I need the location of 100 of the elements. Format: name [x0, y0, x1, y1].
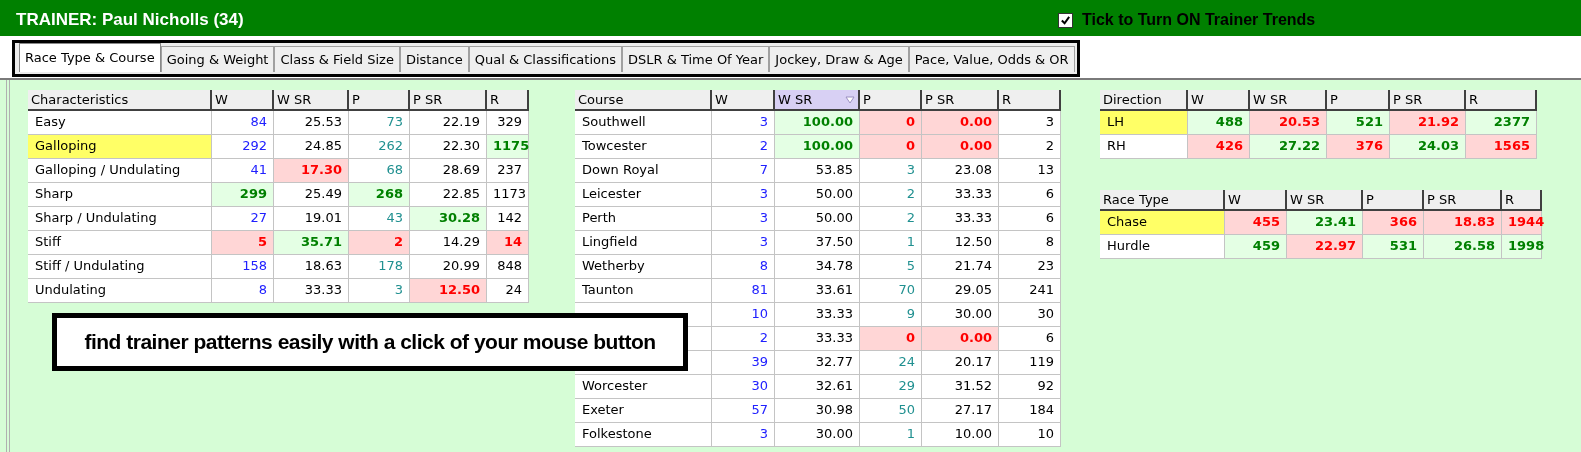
table-cell: 30.98: [775, 399, 860, 423]
table-cell: 262: [349, 135, 410, 159]
column-header[interactable]: P: [860, 90, 922, 111]
table-cell: 0: [860, 135, 922, 159]
column-header[interactable]: W: [212, 90, 274, 111]
table-cell: 1998: [1502, 235, 1542, 259]
table-cell: 184: [999, 399, 1061, 423]
table-cell: 1565: [1466, 135, 1537, 159]
table-cell: 50.00: [775, 207, 860, 231]
column-header[interactable]: Characteristics: [28, 90, 212, 111]
table-cell: Exeter: [575, 399, 712, 423]
table-cell: 0: [860, 327, 922, 351]
table-cell: 459: [1225, 235, 1287, 259]
table-cell: 3: [712, 207, 775, 231]
table-cell: 70: [860, 279, 922, 303]
table-cell: Down Royal: [575, 159, 712, 183]
table-cell: 30.00: [775, 423, 860, 447]
table-cell: 2: [860, 207, 922, 231]
table-cell: 20.17: [922, 351, 999, 375]
table-cell: 3: [712, 183, 775, 207]
tab[interactable]: Class & Field Size: [274, 46, 400, 72]
tab[interactable]: Qual & Classifications: [468, 46, 622, 72]
table-cell: 366: [1363, 211, 1424, 235]
table-cell: 10.00: [922, 423, 999, 447]
table-cell: 50: [860, 399, 922, 423]
table-cell: Sharp / Undulating: [28, 207, 212, 231]
table-cell: 24: [487, 279, 529, 303]
table-cell: LH: [1100, 111, 1188, 135]
column-header[interactable]: P: [1363, 190, 1424, 211]
table-cell: 158: [212, 255, 274, 279]
column-header[interactable]: P: [349, 90, 410, 111]
column-header[interactable]: W SR: [1287, 190, 1363, 211]
table-cell: 3: [712, 231, 775, 255]
table-cell: Undulating: [28, 279, 212, 303]
column-header[interactable]: P: [1327, 90, 1390, 111]
table-cell: 292: [212, 135, 274, 159]
table-cell: 8: [999, 231, 1061, 255]
table-cell: 7: [712, 159, 775, 183]
column-header[interactable]: P SR: [1424, 190, 1502, 211]
column-header[interactable]: R: [487, 90, 529, 111]
table-cell: 29: [860, 375, 922, 399]
tab[interactable]: Going & Weight: [160, 46, 275, 72]
table-cell: 33.61: [775, 279, 860, 303]
column-header[interactable]: W: [712, 90, 775, 111]
table-cell: 30.28: [410, 207, 487, 231]
column-header[interactable]: Direction: [1100, 90, 1188, 111]
table-cell: 1175: [487, 135, 529, 159]
table-cell: Perth: [575, 207, 712, 231]
table-cell: Stiff: [28, 231, 212, 255]
table-cell: 32.77: [775, 351, 860, 375]
table-cell: 24.03: [1390, 135, 1466, 159]
checkbox[interactable]: [1058, 12, 1073, 28]
table-cell: 0: [860, 111, 922, 135]
checkbox-label: Tick to Turn ON Trainer Trends: [1082, 11, 1316, 29]
tab[interactable]: Distance: [399, 46, 469, 72]
column-header[interactable]: P SR: [922, 90, 999, 111]
table-cell: Taunton: [575, 279, 712, 303]
table-cell: 23: [999, 255, 1061, 279]
tab[interactable]: DSLR & Time Of Year: [622, 46, 770, 72]
table-cell: 30: [999, 303, 1061, 327]
column-header[interactable]: Race Type: [1100, 190, 1225, 211]
table-cell: 521: [1327, 111, 1390, 135]
column-header[interactable]: R: [1502, 190, 1542, 211]
table-cell: 29.05: [922, 279, 999, 303]
table-cell: 33.33: [922, 207, 999, 231]
column-header[interactable]: W SR: [274, 90, 349, 111]
table-cell: 81: [712, 279, 775, 303]
table-cell: 23.41: [1287, 211, 1363, 235]
table-cell: 2: [999, 135, 1061, 159]
column-header[interactable]: R: [1466, 90, 1537, 111]
table-cell: 178: [349, 255, 410, 279]
column-header[interactable]: P SR: [410, 90, 487, 111]
column-header[interactable]: W SR: [775, 90, 860, 111]
table-cell: 8: [212, 279, 274, 303]
table-cell: 22.19: [410, 111, 487, 135]
table-cell: 531: [1363, 235, 1424, 259]
tab[interactable]: Pace, Value, Odds & OR: [908, 46, 1075, 72]
column-header[interactable]: P SR: [1390, 90, 1466, 111]
table-cell: Worcester: [575, 375, 712, 399]
table-cell: 488: [1188, 111, 1250, 135]
table-cell: 268: [349, 183, 410, 207]
table-cell: Wetherby: [575, 255, 712, 279]
callout-banner: find trainer patterns easily with a click of your mouse button: [52, 313, 688, 371]
table-cell: 1: [860, 231, 922, 255]
table-cell: Galloping / Undulating: [28, 159, 212, 183]
column-header[interactable]: R: [999, 90, 1061, 111]
column-header[interactable]: W: [1188, 90, 1250, 111]
column-header[interactable]: Course: [575, 90, 712, 111]
tab[interactable]: Race Type & Course: [19, 43, 161, 72]
tab[interactable]: Jockey, Draw & Age: [769, 46, 909, 72]
table-cell: 31.52: [922, 375, 999, 399]
table-cell: 100.00: [775, 111, 860, 135]
table-cell: 14: [487, 231, 529, 255]
table-cell: 6: [999, 183, 1061, 207]
table-cell: 37.50: [775, 231, 860, 255]
column-header[interactable]: W SR: [1250, 90, 1327, 111]
column-header[interactable]: W: [1225, 190, 1287, 211]
table-cell: 32.61: [775, 375, 860, 399]
table-cell: 5: [860, 255, 922, 279]
table-cell: 22.97: [1287, 235, 1363, 259]
